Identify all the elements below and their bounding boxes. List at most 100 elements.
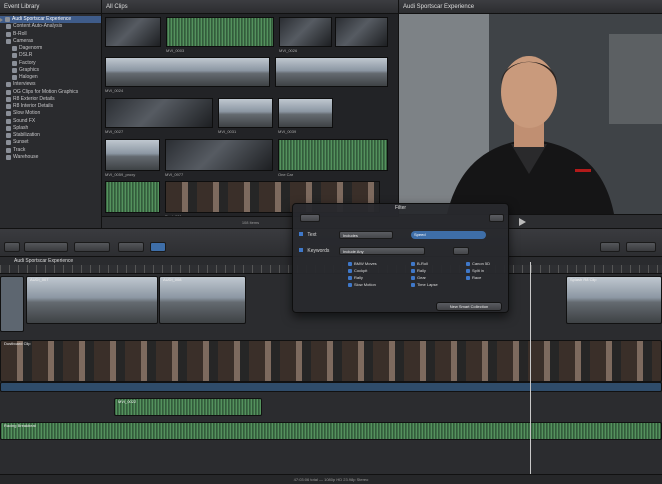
import-button[interactable]: [4, 242, 20, 252]
storyline-audio[interactable]: [0, 382, 662, 392]
browser-clip[interactable]: [105, 181, 160, 213]
video-frame[interactable]: [399, 14, 662, 214]
keyword-rule-operator[interactable]: Include Any: [339, 247, 425, 255]
event-library-item[interactable]: Halogen: [0, 74, 101, 81]
keyword-checkbox[interactable]: BMW Moves: [348, 261, 377, 267]
event-library-item[interactable]: Warehouse: [0, 154, 101, 161]
event-library-item[interactable]: Slow Motion: [0, 110, 101, 117]
keyword-checkbox[interactable]: Gear: [411, 275, 426, 281]
timeline-clip[interactable]: AUDI_007: [26, 276, 158, 324]
event-library-item[interactable]: B-Roll: [0, 31, 101, 38]
timeline-clip[interactable]: [0, 276, 24, 332]
event-library-item[interactable]: OG Clips for Motion Graphics: [0, 89, 101, 96]
text-rule-operator[interactable]: Includes: [339, 231, 393, 239]
clip-name: Splash R8 Clip: [570, 277, 597, 282]
event-library-item-label: Warehouse: [13, 153, 39, 160]
event-library-item[interactable]: Splash: [0, 125, 101, 132]
browser-clip[interactable]: [278, 139, 388, 171]
clip-append-buttons[interactable]: [74, 242, 110, 252]
new-smart-collection-button[interactable]: New Smart Collection: [436, 302, 502, 311]
keyword-checkbox[interactable]: Canon 5D: [466, 261, 490, 267]
event-library-item-label: B-Roll: [13, 30, 27, 37]
browser-clip[interactable]: [275, 57, 388, 87]
event-library-item-label: Sunset: [13, 139, 29, 146]
edit-buttons[interactable]: [24, 242, 68, 252]
play-icon[interactable]: [519, 218, 526, 226]
clip-name: AUDI_008: [163, 277, 182, 282]
timeline-clip[interactable]: Splash R8 Clip: [566, 276, 662, 324]
event-item-selected[interactable]: Audi Sportscar Experience: [0, 16, 101, 24]
keyword-checkbox[interactable]: Split in: [466, 268, 484, 274]
tool-selector[interactable]: [118, 242, 144, 252]
event-library-item[interactable]: Graphics: [0, 67, 101, 74]
keyword-rule-checkbox-icon[interactable]: [299, 248, 303, 252]
clip-label: MVI_0026: [279, 48, 298, 53]
audio-enhance-button[interactable]: [600, 242, 620, 252]
viewer-title: Audi Sportscar Experience: [399, 0, 662, 14]
keyword-collection-icon: [12, 67, 17, 73]
storyline-clip[interactable]: Dustboard Clip: [0, 340, 662, 382]
inspector-button[interactable]: [626, 242, 656, 252]
keyword-checkbox[interactable]: Time Lapse: [411, 282, 438, 288]
browser-clip[interactable]: [105, 17, 161, 47]
clip-name: MVI_0022: [118, 399, 137, 404]
text-rule-value[interactable]: Speed: [411, 231, 486, 239]
keyword-options-popup[interactable]: [453, 247, 469, 255]
keyword-collection-icon: [12, 75, 17, 81]
clip-label: MVI_0003: [166, 48, 185, 53]
event-library-list: Audi Sportscar Experience Content Auto-A…: [0, 14, 101, 161]
final-cut-window: Event Library Audi Sportscar Experience …: [0, 0, 662, 484]
event-library-panel: Event Library Audi Sportscar Experience …: [0, 0, 102, 228]
browser-title: All Clips: [102, 0, 398, 14]
timeline-clip[interactable]: AUDI_008: [159, 276, 246, 324]
keyword-checkbox[interactable]: Cockpit: [348, 268, 367, 274]
browser-clip[interactable]: [105, 139, 160, 171]
event-library-item[interactable]: Interviews: [0, 81, 101, 88]
text-rule-checkbox-icon[interactable]: [299, 232, 303, 236]
clip-name: AUDI_007: [30, 277, 49, 282]
audio-clip[interactable]: MVI_0022: [114, 398, 262, 416]
event-library-item[interactable]: R8 Interior Details: [0, 103, 101, 110]
browser-clip[interactable]: [105, 98, 213, 128]
browser-clip[interactable]: [278, 98, 333, 128]
browser-clip[interactable]: [165, 139, 273, 171]
keyword-checkbox[interactable]: Race: [466, 275, 481, 281]
filter-options-popup[interactable]: [300, 214, 320, 222]
browser-clip[interactable]: [105, 57, 270, 87]
keyword-checkbox[interactable]: B-Roll: [411, 261, 428, 267]
disclosure-triangle-icon[interactable]: [0, 17, 3, 22]
event-library-item[interactable]: Content Auto-Analysis: [0, 23, 101, 30]
event-library-item[interactable]: Dagenorm: [0, 45, 101, 52]
browser-clip[interactable]: [335, 17, 388, 47]
event-library-item-label: Graphics: [19, 66, 40, 73]
clip-label: MVI_0024: [105, 88, 124, 93]
event-library-item[interactable]: DSLR: [0, 52, 101, 59]
event-library-item-label: Stabilization: [13, 132, 40, 138]
event-library-item[interactable]: Stabilization: [0, 132, 101, 139]
event-library-item-label: Dagenorm: [19, 45, 43, 51]
playhead[interactable]: [530, 262, 531, 474]
event-library-item[interactable]: Factory: [0, 60, 101, 67]
event-library-item[interactable]: R8 Exterior Details: [0, 96, 101, 103]
clip-label: One Car: [278, 172, 294, 177]
browser-clip[interactable]: [218, 98, 273, 128]
clip-label: MVI_0977: [165, 172, 184, 177]
event-library-item[interactable]: Cameras: [0, 38, 101, 45]
clip-label: MVI_0031: [218, 129, 237, 134]
keyword-checkbox[interactable]: Rally: [411, 268, 426, 274]
browser-clip[interactable]: [279, 17, 332, 47]
event-library-item[interactable]: Sound FX: [0, 118, 101, 125]
event-star-icon: [5, 17, 10, 23]
keyword-checkbox[interactable]: Slow Motion: [348, 282, 376, 288]
keyword-checkbox[interactable]: Rally: [348, 275, 363, 281]
select-tool-button[interactable]: [150, 242, 166, 252]
event-library-title: Event Library: [0, 0, 101, 14]
keyword-collection-icon: [6, 147, 11, 153]
music-clip[interactable]: Racing Breakbeat: [0, 422, 662, 440]
event-library-item[interactable]: Track: [0, 147, 101, 154]
clip-label: MVI_0027: [105, 129, 124, 134]
keyword-collection-icon: [12, 60, 17, 66]
browser-clip[interactable]: [166, 17, 274, 47]
event-library-item[interactable]: Sunset: [0, 139, 101, 146]
add-rule-button[interactable]: [489, 214, 504, 222]
